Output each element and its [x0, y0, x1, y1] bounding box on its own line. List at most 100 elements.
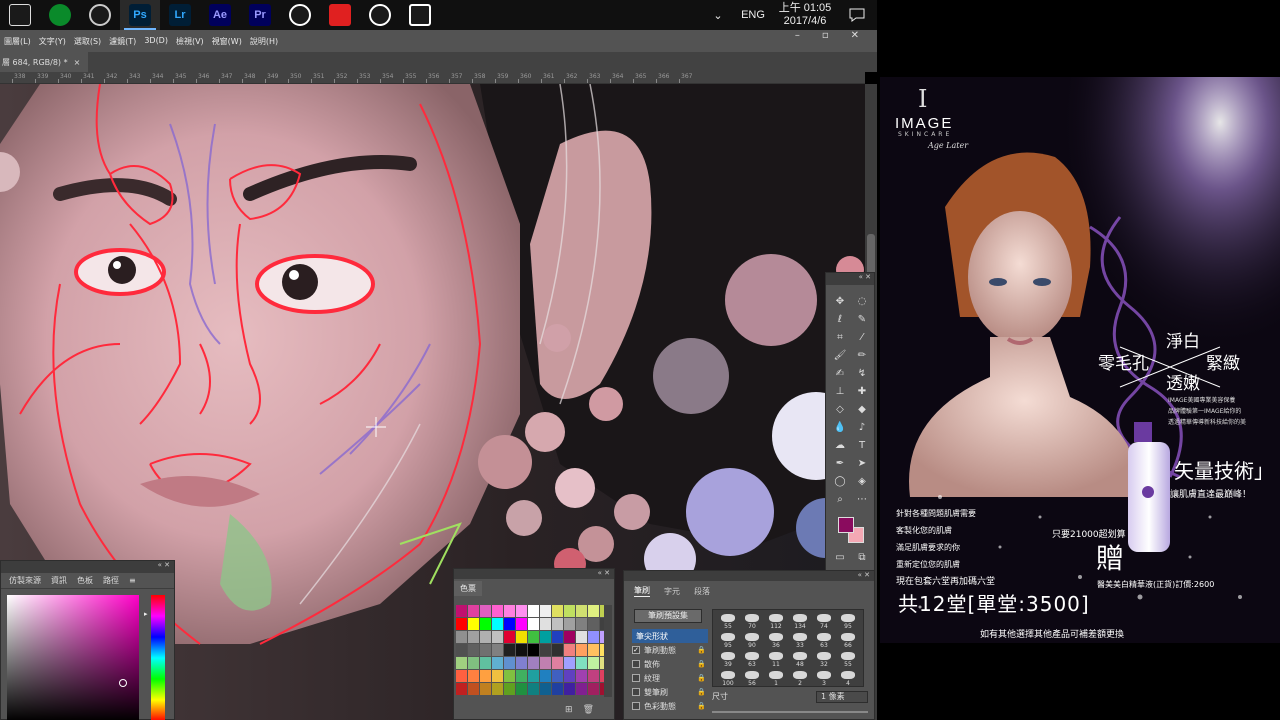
color-swatch[interactable]	[480, 631, 491, 643]
color-swatch[interactable]	[540, 670, 551, 682]
color-swatch[interactable]	[540, 657, 551, 669]
menu-item[interactable]: 文字(Y)	[39, 36, 66, 47]
color-swatch[interactable]	[456, 670, 467, 682]
eyedropper-tool-icon[interactable]: ⁄	[854, 329, 870, 345]
color-swatch[interactable]	[492, 644, 503, 656]
panel-menu-icon[interactable]: ≡	[129, 576, 136, 585]
taskbar-app-stack-button[interactable]	[0, 0, 40, 30]
color-swatch[interactable]	[456, 683, 467, 695]
color-swatch[interactable]	[588, 657, 599, 669]
taskbar-flash-button[interactable]	[320, 0, 360, 30]
healing-tool-icon[interactable]: ✚	[854, 383, 870, 399]
color-swatch[interactable]	[456, 644, 467, 656]
color-swatch[interactable]	[552, 618, 563, 630]
color-swatch[interactable]	[504, 605, 515, 617]
eraser-tool-icon[interactable]: ◇	[832, 401, 848, 417]
color-swatch[interactable]	[552, 644, 563, 656]
brush-option[interactable]: 色彩動態 🔒	[632, 699, 708, 713]
color-swatch[interactable]	[516, 657, 527, 669]
hue-slider[interactable]	[151, 595, 165, 720]
color-swatch[interactable]	[480, 683, 491, 695]
brush-panel-tab[interactable]: 字元	[664, 586, 680, 597]
lock-icon[interactable]: 🔒	[697, 646, 706, 654]
color-panel-tab[interactable]: 仿製來源	[9, 575, 41, 586]
tab-close-icon[interactable]: ×	[74, 58, 81, 67]
color-swatch[interactable]	[456, 631, 467, 643]
color-swatch[interactable]	[528, 657, 539, 669]
color-swatch[interactable]	[516, 644, 527, 656]
brush-option-checkbox[interactable]	[632, 674, 640, 682]
color-swatch[interactable]	[516, 618, 527, 630]
marquee-tool-icon[interactable]: ◌	[854, 293, 870, 309]
color-swatch[interactable]	[576, 683, 587, 695]
color-panel-tab[interactable]: 資訊	[51, 575, 67, 586]
menu-item[interactable]: 視窗(W)	[212, 36, 242, 47]
color-swatch[interactable]	[456, 605, 467, 617]
document-tab[interactable]: 層 684, RGB/8) * ×	[0, 52, 89, 72]
screen-mode-icon[interactable]: ⧉	[854, 549, 870, 565]
close-icon[interactable]: ✕	[851, 30, 859, 44]
brush-option[interactable]: 紋理 🔒	[632, 671, 708, 685]
color-swatch[interactable]	[564, 670, 575, 682]
color-swatch[interactable]	[576, 670, 587, 682]
quick-mask-icon[interactable]: ▭	[832, 549, 848, 565]
new-swatch-icon[interactable]: ⊞	[565, 705, 573, 715]
color-swatch[interactable]	[564, 618, 575, 630]
color-swatch[interactable]	[588, 644, 599, 656]
zoom-tool-icon[interactable]: ⌕	[832, 491, 848, 507]
color-swatch[interactable]	[504, 644, 515, 656]
menu-item[interactable]: 濾鏡(T)	[109, 36, 136, 47]
swatches-panel-header[interactable]: « ✕	[454, 569, 614, 579]
color-swatch[interactable]	[576, 618, 587, 630]
color-swatch[interactable]	[588, 618, 599, 630]
color-swatch[interactable]	[516, 605, 527, 617]
color-swatch[interactable]	[576, 605, 587, 617]
saturation-value-field[interactable]	[7, 595, 139, 720]
color-swatch[interactable]	[588, 631, 599, 643]
brush-option-checkbox[interactable]	[632, 660, 640, 668]
color-swatch[interactable]	[552, 657, 563, 669]
taskbar-premiere-button[interactable]: Pr	[240, 0, 280, 30]
color-panel-tab[interactable]: 路徑	[103, 575, 119, 586]
smudge-tool-icon[interactable]: ☁	[832, 437, 848, 453]
color-swatch[interactable]	[528, 618, 539, 630]
brush-panel-tab[interactable]: 筆刷	[634, 585, 650, 597]
color-swatch[interactable]	[552, 683, 563, 695]
notification-icon[interactable]	[837, 8, 877, 22]
brush-option[interactable]: 散佈 🔒	[632, 657, 708, 671]
color-swatch[interactable]	[564, 683, 575, 695]
taskbar-calculator-button[interactable]	[400, 0, 440, 30]
color-swatch[interactable]	[468, 605, 479, 617]
color-swatch[interactable]	[516, 683, 527, 695]
color-swatch[interactable]	[468, 657, 479, 669]
tab-swatches[interactable]: 色票	[454, 580, 482, 596]
brush-panel-tab[interactable]: 段落	[694, 586, 710, 597]
color-swatch[interactable]	[540, 605, 551, 617]
color-swatch[interactable]	[480, 605, 491, 617]
taskbar-chrome-button[interactable]	[280, 0, 320, 30]
tools-panel-header[interactable]: « ✕	[826, 273, 874, 285]
color-swatch[interactable]	[528, 644, 539, 656]
color-swatch[interactable]	[480, 657, 491, 669]
color-swatch[interactable]	[504, 670, 515, 682]
brush-option-checkbox[interactable]	[632, 688, 640, 696]
foreground-color-swatch[interactable]	[838, 517, 854, 533]
lock-icon[interactable]: 🔒	[697, 674, 706, 682]
color-swatch[interactable]	[468, 644, 479, 656]
dodge-tool-icon[interactable]: ♪	[854, 419, 870, 435]
history-brush-tool-icon[interactable]: ↯	[854, 365, 870, 381]
color-swatch[interactable]	[480, 618, 491, 630]
stamp-tool-icon[interactable]: ⊥	[832, 383, 848, 399]
delete-swatch-icon[interactable]: 🗑	[583, 705, 594, 715]
menu-item[interactable]: 選取(S)	[74, 36, 101, 47]
color-swatch[interactable]	[456, 618, 467, 630]
brush-option[interactable]: 筆尖形狀	[632, 629, 708, 643]
color-swatch[interactable]	[564, 657, 575, 669]
brush-option[interactable]: 雙筆刷 🔒	[632, 685, 708, 699]
bucket-tool-icon[interactable]: ◆	[854, 401, 870, 417]
taskbar-cloud-button[interactable]	[40, 0, 80, 30]
color-swatch[interactable]	[504, 631, 515, 643]
pencil-tool-icon[interactable]: ✏	[854, 347, 870, 363]
color-swatch[interactable]	[516, 631, 527, 643]
color-panel-tab[interactable]: 色板	[77, 575, 93, 586]
